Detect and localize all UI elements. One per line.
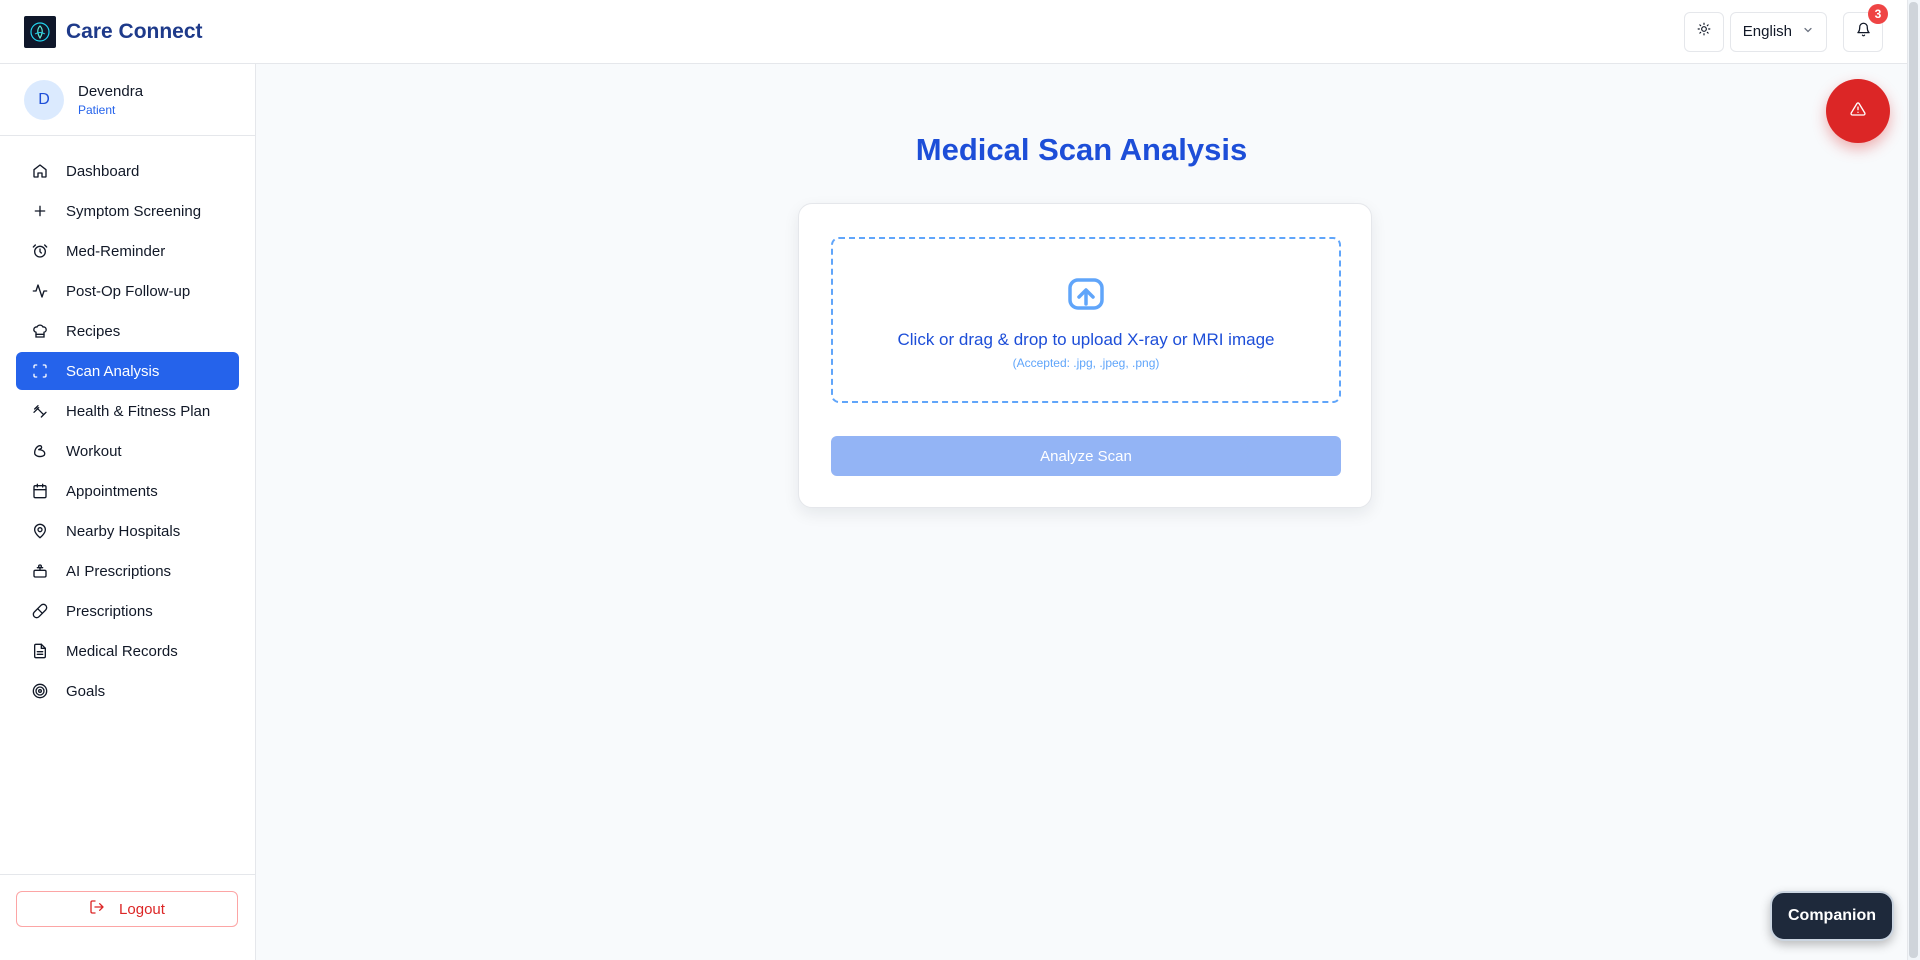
sidebar-item-med-reminder[interactable]: Med-Reminder (16, 232, 239, 270)
upload-card: Click or drag & drop to upload X-ray or … (798, 203, 1372, 508)
notifications-button[interactable]: 3 (1843, 3, 1888, 52)
user-profile: D Devendra Patient (0, 64, 255, 136)
sidebar-item-label: Appointments (66, 482, 158, 500)
calendar-icon (32, 483, 48, 499)
sidebar-footer: Logout (0, 874, 255, 960)
upload-icon (1067, 277, 1105, 316)
page-scrollbar[interactable] (1907, 0, 1920, 960)
top-bar: Care Connect English 3 (0, 0, 1907, 64)
biceps-icon (32, 443, 48, 459)
sidebar-item-medical-records[interactable]: Medical Records (16, 632, 239, 670)
bell-icon (1856, 22, 1871, 42)
sidebar-item-health-fitness-plan[interactable]: Health & Fitness Plan (16, 392, 239, 430)
sidebar-item-label: Medical Records (66, 642, 178, 660)
theme-toggle-button[interactable] (1683, 11, 1724, 52)
sidebar-item-label: Symptom Screening (66, 202, 202, 220)
sidebar-item-label: Recipes (66, 322, 121, 340)
page-title: Medical Scan Analysis (915, 132, 1248, 167)
logout-button[interactable]: Logout (16, 891, 238, 927)
sidebar-item-label: Health & Fitness Plan (66, 402, 211, 420)
sidebar-item-recipes[interactable]: Recipes (16, 312, 239, 350)
upload-dropzone[interactable]: Click or drag & drop to upload X-ray or … (831, 237, 1341, 403)
sidebar-item-goals[interactable]: Goals (16, 672, 239, 710)
app-title: Care Connect (66, 19, 203, 43)
file-text-icon (32, 643, 48, 659)
sun-icon (1697, 22, 1711, 41)
plus-icon (32, 203, 48, 219)
user-role: Patient (78, 102, 116, 117)
sidebar-item-label: Dashboard (66, 162, 140, 180)
chef-hat-icon (32, 323, 48, 339)
sidebar-item-dashboard[interactable]: Dashboard (16, 152, 239, 190)
alarm-clock-icon (32, 243, 48, 259)
avatar: D (24, 79, 64, 120)
chevron-down-icon (1802, 23, 1814, 40)
sidebar-item-appointments[interactable]: Appointments (16, 472, 239, 510)
sidebar-item-ai-prescriptions[interactable]: AI Prescriptions (16, 552, 239, 590)
notification-badge: 3 (1868, 3, 1888, 24)
language-value: English (1742, 23, 1792, 40)
sidebar-item-prescriptions[interactable]: Prescriptions (16, 592, 239, 630)
sidebar-item-label: Workout (66, 442, 122, 460)
analyze-scan-button[interactable]: Analyze Scan (831, 436, 1341, 476)
language-select[interactable]: English (1729, 11, 1827, 52)
accepted-formats: (Accepted: .jpg, .jpeg, .png) (1012, 355, 1160, 370)
sidebar-item-label: Post-Op Follow-up (66, 282, 191, 300)
sidebar-item-scan-analysis[interactable]: Scan Analysis (16, 352, 239, 390)
sidebar-item-label: AI Prescriptions (66, 562, 172, 580)
upload-instructions: Click or drag & drop to upload X-ray or … (897, 329, 1275, 349)
map-pin-icon (32, 523, 48, 539)
user-name: Devendra (78, 82, 144, 100)
bot-icon (32, 563, 48, 579)
sidebar-item-label: Prescriptions (66, 602, 153, 620)
sidebar-item-nearby-hospitals[interactable]: Nearby Hospitals (16, 512, 239, 550)
fitness-icon (32, 403, 48, 419)
pill-icon (32, 603, 48, 619)
brand[interactable]: Care Connect (24, 15, 203, 48)
scan-icon (32, 363, 48, 379)
scrollbar-thumb[interactable] (1909, 2, 1918, 958)
sidebar-nav: Dashboard Symptom Screening Med-Reminder… (0, 136, 255, 710)
target-icon (32, 683, 48, 699)
logout-label: Logout (119, 900, 165, 918)
sidebar-item-post-op-follow-up[interactable]: Post-Op Follow-up (16, 272, 239, 310)
logout-icon (89, 899, 105, 919)
sidebar-item-label: Goals (66, 682, 106, 700)
sidebar: D Devendra Patient Dashboard Symptom Scr… (0, 64, 256, 960)
sidebar-item-label: Med-Reminder (66, 242, 166, 260)
activity-icon (32, 283, 48, 299)
sidebar-item-symptom-screening[interactable]: Symptom Screening (16, 192, 239, 230)
home-icon (32, 163, 48, 179)
sidebar-item-workout[interactable]: Workout (16, 432, 239, 470)
sidebar-item-label: Scan Analysis (66, 362, 160, 380)
emergency-sos-button[interactable] (1826, 79, 1890, 143)
app-logo (24, 15, 56, 48)
companion-button[interactable]: Companion (1770, 891, 1894, 941)
alert-triangle-icon (1850, 101, 1866, 122)
sidebar-item-label: Nearby Hospitals (66, 522, 181, 540)
